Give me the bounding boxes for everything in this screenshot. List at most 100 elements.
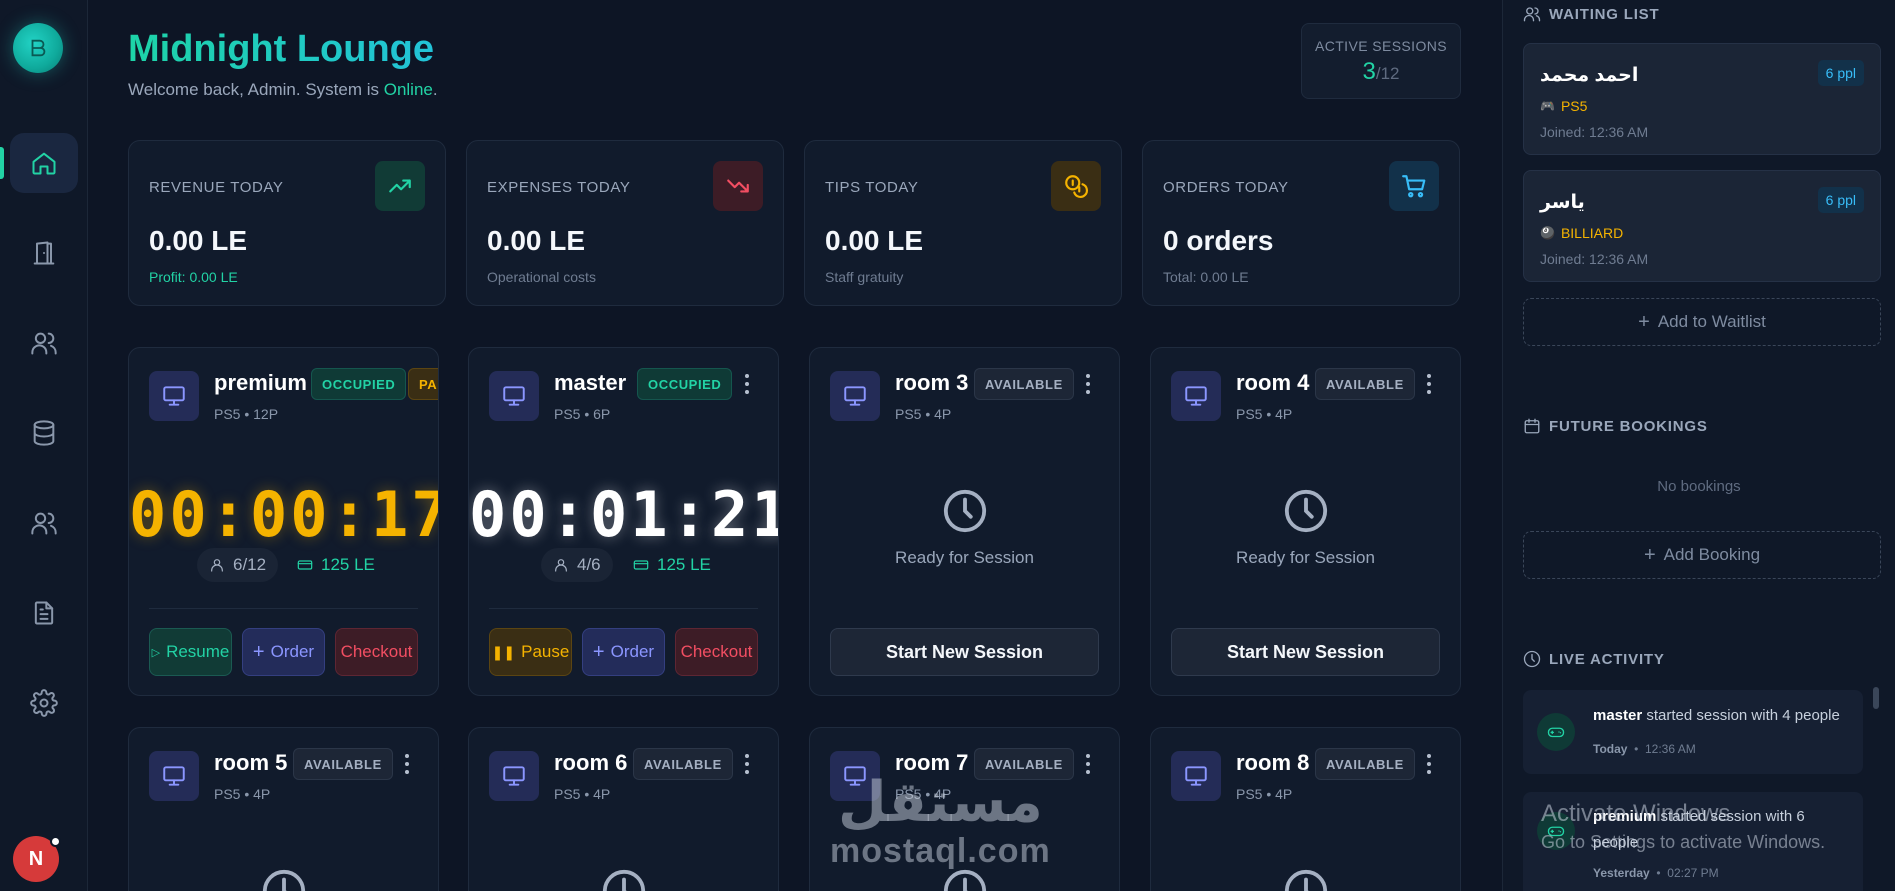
clock-icon [1283, 488, 1329, 534]
cart-icon [1389, 161, 1439, 211]
staff-icon [31, 512, 57, 535]
future-bookings-title: FUTURE BOOKINGS [1523, 417, 1708, 435]
ready-text: Ready for Session [1236, 548, 1375, 567]
room-name: room 3 [895, 370, 969, 395]
stat-label: REVENUE TODAY [149, 179, 284, 196]
waitlist-entry[interactable]: ياسر 🎱 BILLIARD Joined: 12:36 AM 6 ppl [1523, 170, 1881, 282]
app-logo[interactable] [13, 23, 63, 73]
gamepad-icon: 🎮 [1540, 99, 1555, 113]
activity-text: master started session with 4 people [1593, 703, 1853, 729]
pause-button[interactable]: ❚❚ Pause [489, 628, 572, 676]
room-name: premium [214, 370, 307, 395]
stat-sub: Operational costs [487, 269, 596, 285]
nav-home[interactable] [0, 133, 78, 193]
stat-value: 0.00 LE [825, 225, 924, 256]
section-label: FUTURE BOOKINGS [1549, 417, 1708, 435]
start-session-button[interactable]: Start New Session [830, 628, 1099, 676]
activity-time: Today • 12:36 AM [1593, 742, 1696, 756]
price-value: 125 LE [657, 555, 711, 574]
banknote-icon [633, 560, 649, 570]
people-value: 6/12 [233, 555, 267, 574]
stat-orders: ORDERS TODAY 0 orders Total: 0.00 LE [1142, 140, 1460, 306]
resume-button[interactable]: ▷ Resume [149, 628, 232, 676]
nav-settings[interactable] [10, 673, 78, 733]
system-status: Online [383, 80, 433, 99]
stat-label: EXPENSES TODAY [487, 179, 631, 196]
start-session-button[interactable]: Start New Session [1171, 628, 1440, 676]
add-booking-label: Add Booking [1663, 545, 1761, 564]
order-button[interactable]: + Order [582, 628, 665, 676]
session-type: 🎱 BILLIARD [1540, 225, 1623, 241]
room-card-master[interactable]: master PS5 • 6P OCCUPIED 00:01:21 4/6 12… [468, 347, 779, 696]
activity-action: started session with 4 people [1642, 707, 1840, 724]
price: 125 LE [297, 548, 375, 582]
right-panel: WAITING LIST احمد محمد 🎮 PS5 Joined: 12:3… [1502, 0, 1895, 891]
room-name: room 8 [1236, 750, 1310, 775]
people-count: 6/12 [197, 548, 279, 582]
room-card-room-8[interactable]: room 8 PS5 • 4P AVAILABLE [1150, 727, 1461, 891]
clock-icon [601, 868, 647, 891]
session-type: 🎮 PS5 [1540, 98, 1587, 114]
people-badge: 6 ppl [1817, 60, 1864, 86]
checkout-label: Checkout [680, 642, 753, 661]
nav-inventory[interactable] [10, 403, 78, 463]
active-sessions-total: /12 [1375, 64, 1400, 83]
activity-scrollbar[interactable] [1873, 687, 1879, 709]
more-menu-icon[interactable] [1419, 370, 1439, 398]
people-value: 4/6 [577, 555, 601, 574]
room-card-room-3[interactable]: room 3 PS5 • 4P AVAILABLE Ready for Sess… [809, 347, 1120, 696]
monitor-icon [1171, 371, 1221, 421]
room-meta: PS5 • 6P [554, 406, 611, 422]
divider [489, 608, 758, 609]
monitor-icon [149, 751, 199, 801]
add-to-waitlist-button[interactable]: + Add to Waitlist [1523, 298, 1881, 346]
welcome-prefix: Welcome back, Admin. System is [128, 80, 384, 99]
user-avatar[interactable]: N [13, 836, 61, 882]
session-timer: 00:00:17 [129, 478, 439, 551]
more-menu-icon[interactable] [1078, 750, 1098, 778]
add-booking-button[interactable]: + Add Booking [1523, 531, 1881, 579]
monitor-icon [830, 371, 880, 421]
room-meta: PS5 • 4P [214, 786, 271, 802]
activity-item: master started session with 4 people Tod… [1523, 690, 1863, 774]
watermark-site: mostaql.com [830, 832, 1051, 870]
activity-day: Today [1593, 742, 1628, 756]
section-label: LIVE ACTIVITY [1549, 650, 1665, 668]
more-menu-icon[interactable] [1419, 750, 1439, 778]
home-icon [32, 152, 56, 175]
room-card-room-4[interactable]: room 4 PS5 • 4P AVAILABLE Ready for Sess… [1150, 347, 1461, 696]
room-card-room-5[interactable]: room 5 PS5 • 4P AVAILABLE [128, 727, 439, 891]
sidebar: N [0, 0, 88, 891]
room-card-premium[interactable]: premium PS5 • 12P OCCUPIED PAUSED 00:00:… [128, 347, 439, 696]
trending-down-icon [713, 161, 763, 211]
resume-label: Resume [166, 642, 230, 661]
room-name: room 4 [1236, 370, 1310, 395]
waitlist-entry[interactable]: احمد محمد 🎮 PS5 Joined: 12:36 AM 6 ppl [1523, 43, 1881, 155]
joined-time: Joined: 12:36 AM [1540, 251, 1649, 267]
more-menu-icon[interactable] [397, 750, 417, 778]
active-sessions-current: 3 [1362, 58, 1376, 85]
nav-rooms[interactable] [10, 223, 78, 283]
stat-value: 0.00 LE [149, 225, 248, 256]
document-icon [34, 601, 54, 625]
nav-reports[interactable] [10, 583, 78, 643]
nav-customers[interactable] [10, 313, 78, 373]
calendar-icon [1524, 418, 1540, 434]
page-title: Midnight Lounge [128, 28, 435, 70]
clock-icon [942, 488, 988, 534]
more-menu-icon[interactable] [1078, 370, 1098, 398]
clock-icon [1283, 868, 1329, 891]
checkout-button[interactable]: Checkout [335, 628, 418, 676]
more-menu-icon[interactable] [737, 750, 757, 778]
nav-staff[interactable] [10, 493, 78, 553]
clock-icon [261, 868, 307, 891]
order-button[interactable]: + Order [242, 628, 325, 676]
customer-name: ياسر [1540, 192, 1585, 213]
gamepad-icon [1537, 713, 1575, 751]
coins-icon [1051, 161, 1101, 211]
checkout-button[interactable]: Checkout [675, 628, 758, 676]
room-card-room-6[interactable]: room 6 PS5 • 4P AVAILABLE [468, 727, 779, 891]
price-value: 125 LE [321, 555, 375, 574]
more-menu-icon[interactable] [737, 370, 757, 398]
customer-name: احمد محمد [1540, 65, 1639, 86]
